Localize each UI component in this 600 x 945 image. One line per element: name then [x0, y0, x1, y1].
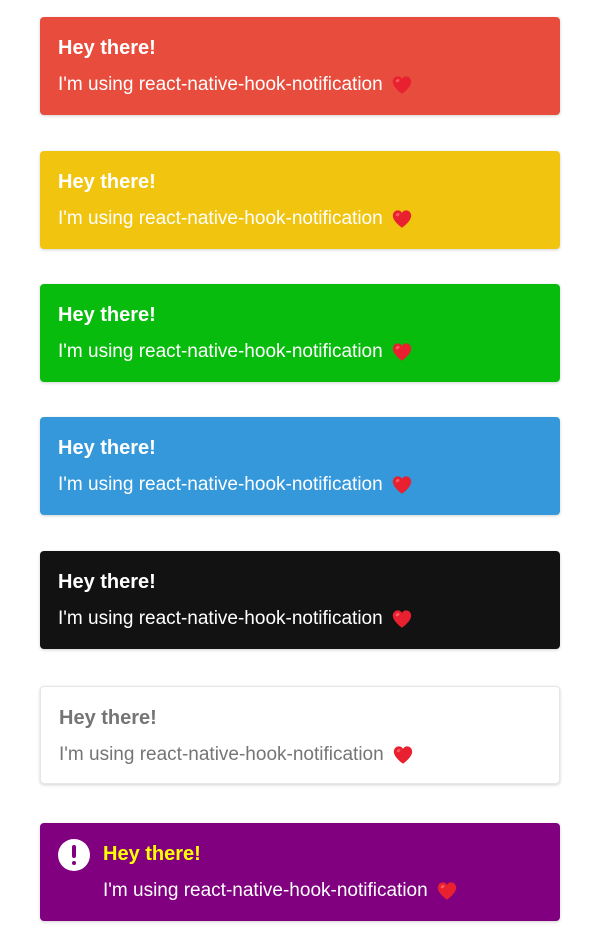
notification-message: I'm using react-native-hook-notification	[59, 744, 384, 765]
exclamation-bar	[72, 845, 76, 858]
notification-message-row: I'm using react-native-hook-notification	[58, 207, 542, 231]
notification-showcase: Hey there! I'm using react-native-hook-n…	[0, 0, 600, 945]
notification-success[interactable]: Hey there! I'm using react-native-hook-n…	[40, 284, 560, 382]
notification-content: Hey there! I'm using react-native-hook-n…	[103, 842, 458, 921]
notification-error[interactable]: Hey there! I'm using react-native-hook-n…	[40, 17, 560, 115]
notification-title: Hey there!	[58, 437, 156, 459]
red-heart-icon	[436, 880, 458, 902]
exclamation-dot	[72, 861, 76, 865]
red-heart-icon	[391, 608, 413, 630]
notification-title: Hey there!	[59, 707, 157, 729]
notification-title: Hey there!	[58, 37, 156, 59]
notification-message: I'm using react-native-hook-notification	[103, 880, 428, 901]
notification-title: Hey there!	[58, 171, 156, 193]
notification-message: I'm using react-native-hook-notification	[58, 341, 383, 362]
notification-light[interactable]: Hey there! I'm using react-native-hook-n…	[40, 686, 560, 784]
red-heart-icon	[391, 474, 413, 496]
red-heart-icon	[391, 208, 413, 230]
notification-message-row: I'm using react-native-hook-notification	[58, 73, 542, 97]
notification-custom[interactable]: Hey there! I'm using react-native-hook-n…	[40, 823, 560, 921]
red-heart-icon	[392, 744, 414, 766]
notification-title: Hey there!	[58, 304, 156, 326]
notification-message: I'm using react-native-hook-notification	[58, 608, 383, 629]
notification-message: I'm using react-native-hook-notification	[58, 474, 383, 495]
notification-message: I'm using react-native-hook-notification	[58, 208, 383, 229]
notification-message-row: I'm using react-native-hook-notification	[58, 340, 542, 364]
notification-dark[interactable]: Hey there! I'm using react-native-hook-n…	[40, 551, 560, 649]
notification-warning[interactable]: Hey there! I'm using react-native-hook-n…	[40, 151, 560, 249]
notification-message: I'm using react-native-hook-notification	[58, 74, 383, 95]
notification-message-row: I'm using react-native-hook-notification	[58, 607, 542, 631]
red-heart-icon	[391, 341, 413, 363]
notification-message-row: I'm using react-native-hook-notification	[103, 879, 458, 903]
red-heart-icon	[391, 74, 413, 96]
notification-message-row: I'm using react-native-hook-notification	[59, 743, 541, 767]
exclamation-circle-icon	[58, 839, 90, 871]
notification-title: Hey there!	[58, 571, 156, 593]
notification-title: Hey there!	[103, 843, 201, 865]
notification-message-row: I'm using react-native-hook-notification	[58, 473, 542, 497]
notification-info[interactable]: Hey there! I'm using react-native-hook-n…	[40, 417, 560, 515]
